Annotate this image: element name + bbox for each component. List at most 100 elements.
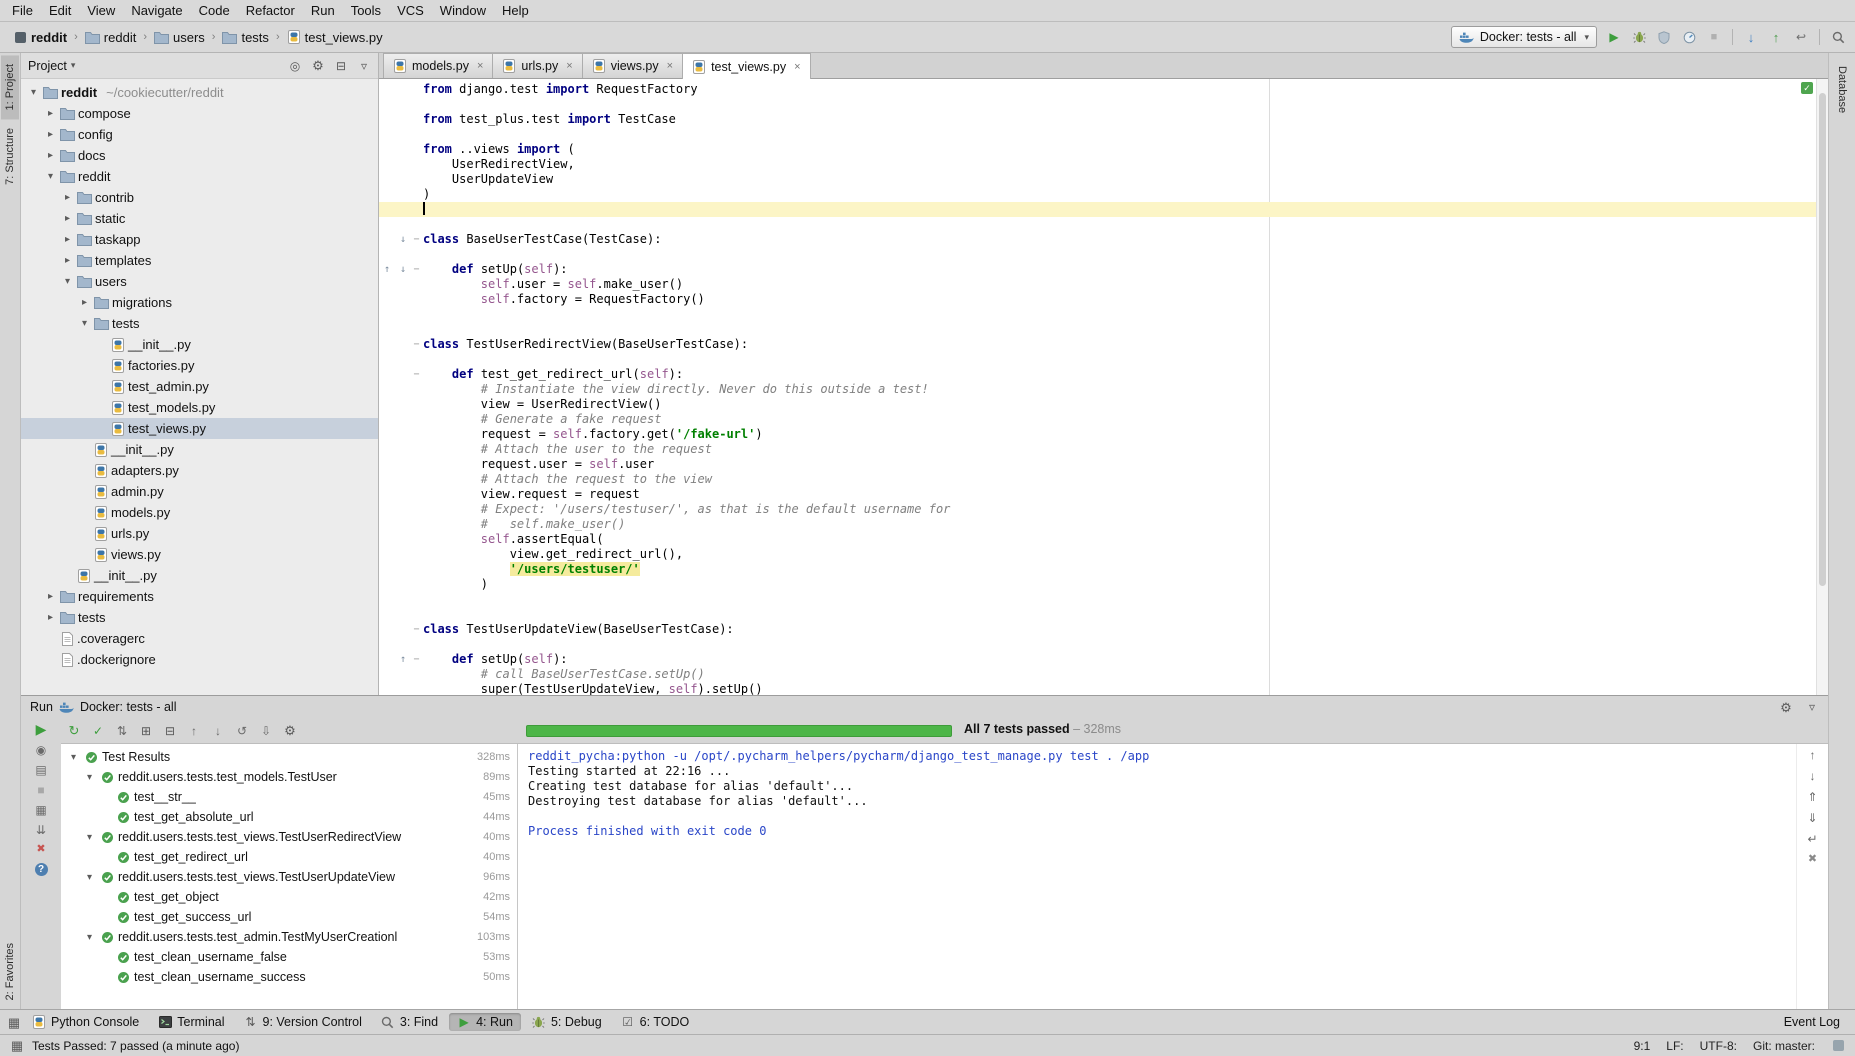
tree-expand-icon[interactable]: ▾ [83, 872, 96, 883]
code-line[interactable]: ↑− def setUp(self): [379, 652, 1828, 667]
breadcrumb-users[interactable]: users [151, 29, 208, 46]
layout-icon[interactable]: ▦ [34, 804, 48, 816]
code-line[interactable] [379, 322, 1828, 337]
import-results-icon[interactable]: ⇩ [259, 725, 273, 737]
help-icon[interactable]: ? [34, 863, 48, 876]
project-tree-item-reddit[interactable]: ▾reddit [21, 166, 378, 187]
vcs-commit-icon[interactable]: ↑ [1769, 31, 1783, 44]
down-stack-icon[interactable]: ⇓ [1806, 812, 1820, 824]
subclassed-marker-icon[interactable]: ↓ [396, 235, 410, 245]
code-line[interactable] [379, 97, 1828, 112]
pin-icon[interactable]: ◉ [34, 744, 48, 756]
project-tree-item-tests[interactable]: ▾tests [21, 313, 378, 334]
tree-expand-icon[interactable]: ▾ [83, 932, 96, 943]
project-tree-item-tests[interactable]: ▸tests [21, 607, 378, 628]
tree-expand-icon[interactable]: ▸ [44, 108, 57, 119]
project-tree-item-coveragerc[interactable]: .coveragerc [21, 628, 378, 649]
collapse-all-icon[interactable]: ⊟ [163, 725, 177, 737]
tool-stripe-database[interactable]: Database [1833, 57, 1851, 122]
project-tree-item-factories-py[interactable]: factories.py [21, 355, 378, 376]
project-tree-item-init-py[interactable]: __init__.py [21, 439, 378, 460]
menu-run[interactable]: Run [303, 2, 343, 19]
toolwindow-button-9-version-control[interactable]: ⇅9: Version Control [236, 1013, 370, 1031]
collapse-all-icon[interactable]: ⊟ [334, 60, 348, 72]
locate-file-icon[interactable]: ◎ [288, 60, 302, 72]
scroll-bottom-icon[interactable]: ↓ [1806, 770, 1820, 782]
history-icon[interactable]: ↺ [235, 725, 249, 737]
toolwindow-button-5-debug[interactable]: 5: Debug [524, 1013, 610, 1031]
project-tree-item-dockerignore[interactable]: .dockerignore [21, 649, 378, 670]
code-line[interactable] [379, 202, 1828, 217]
project-tree-item-users[interactable]: ▾users [21, 271, 378, 292]
toolwindow-button-terminal[interactable]: Terminal [150, 1013, 232, 1031]
fold-marker-icon[interactable]: − [410, 622, 423, 637]
breadcrumb-reddit[interactable]: reddit [82, 29, 140, 46]
code-line[interactable]: # call BaseUserTestCase.setUp() [379, 667, 1828, 682]
editor-tab-urls-py[interactable]: urls.py× [492, 53, 582, 78]
breadcrumb-reddit[interactable]: reddit [10, 29, 70, 46]
menu-view[interactable]: View [79, 2, 123, 19]
inspection-status-icon[interactable]: ✓ [1801, 82, 1813, 94]
encoding-widget[interactable]: UTF-8: [1700, 1039, 1737, 1053]
menu-help[interactable]: Help [494, 2, 537, 19]
toolwindow-button-event-log[interactable]: Event Log [1776, 1013, 1848, 1031]
next-failed-icon[interactable]: ↓ [211, 725, 225, 737]
hide-panel-icon[interactable]: ▿ [357, 60, 371, 72]
code-line[interactable]: # Attach the request to the view [379, 472, 1828, 487]
fold-marker-icon[interactable]: − [410, 367, 423, 382]
tree-expand-icon[interactable]: ▾ [27, 87, 40, 98]
fold-marker-icon[interactable]: − [410, 337, 423, 352]
toolwindow-switcher-icon[interactable]: ▦ [7, 1016, 21, 1029]
code-line[interactable]: −class TestUserUpdateView(BaseUserTestCa… [379, 622, 1828, 637]
project-tree-item-contrib[interactable]: ▸contrib [21, 187, 378, 208]
editor-tab-views-py[interactable]: views.py× [582, 53, 683, 78]
project-tree-item-init-py[interactable]: __init__.py [21, 334, 378, 355]
code-line[interactable]: request.user = self.user [379, 457, 1828, 472]
menu-code[interactable]: Code [191, 2, 238, 19]
search-icon[interactable] [1831, 31, 1845, 44]
soft-wrap-icon[interactable]: ↵ [1806, 833, 1820, 845]
hector-icon[interactable] [1831, 1040, 1845, 1051]
tool-stripe-7-structure[interactable]: 7: Structure [1, 119, 19, 194]
code-line[interactable]: # Expect: '/users/testuser/', as that is… [379, 502, 1828, 517]
project-tree-item-init-py[interactable]: __init__.py [21, 565, 378, 586]
code-line[interactable]: super(TestUserUpdateView, self).setUp() [379, 682, 1828, 695]
test-tree-item-test-get-object[interactable]: test_get_object42ms [61, 887, 517, 907]
code-line[interactable]: from test_plus.test import TestCase [379, 112, 1828, 127]
breadcrumb-tests[interactable]: tests [219, 29, 271, 46]
code-line[interactable] [379, 352, 1828, 367]
code-line[interactable]: UserRedirectView, [379, 157, 1828, 172]
close-icon[interactable]: ✖ [34, 844, 48, 855]
menu-file[interactable]: File [4, 2, 41, 19]
code-line[interactable]: −class TestUserRedirectView(BaseUserTest… [379, 337, 1828, 352]
tab-close-icon[interactable]: × [794, 61, 800, 73]
test-tree-item-test-get-success-url[interactable]: test_get_success_url54ms [61, 907, 517, 927]
tree-expand-icon[interactable]: ▾ [83, 832, 96, 843]
code-line[interactable] [379, 637, 1828, 652]
project-tree-item-admin-py[interactable]: admin.py [21, 481, 378, 502]
expand-all-icon[interactable]: ⊞ [139, 725, 153, 737]
previous-failed-icon[interactable]: ↑ [187, 725, 201, 737]
test-settings-icon[interactable]: ⚙ [283, 724, 297, 737]
up-stack-icon[interactable]: ⇑ [1806, 791, 1820, 803]
code-line[interactable]: # Generate a fake request [379, 412, 1828, 427]
project-tree-item-models-py[interactable]: models.py [21, 502, 378, 523]
tree-expand-icon[interactable]: ▾ [44, 171, 57, 182]
tree-expand-icon[interactable]: ▸ [61, 255, 74, 266]
test-tree-item-test-str[interactable]: test__str__45ms [61, 787, 517, 807]
project-tree-item-urls-py[interactable]: urls.py [21, 523, 378, 544]
fold-marker-icon[interactable]: − [410, 262, 423, 277]
code-editor[interactable]: from django.test import RequestFactoryfr… [379, 79, 1828, 695]
stop-icon[interactable]: ■ [1707, 32, 1721, 43]
code-line[interactable]: self.user = self.make_user() [379, 277, 1828, 292]
settings-gear-icon[interactable]: ⚙ [311, 59, 325, 72]
code-line[interactable] [379, 217, 1828, 232]
menu-edit[interactable]: Edit [41, 2, 79, 19]
code-line[interactable]: self.factory = RequestFactory() [379, 292, 1828, 307]
test-tree-item-test-get-absolute-url[interactable]: test_get_absolute_url44ms [61, 807, 517, 827]
fold-marker-icon[interactable]: − [410, 232, 423, 247]
rerun-tests-icon[interactable]: ▶ [34, 722, 48, 736]
code-line[interactable] [379, 127, 1828, 142]
code-line[interactable]: # self.make_user() [379, 517, 1828, 532]
project-panel-title[interactable]: Project ▾ [28, 59, 75, 73]
